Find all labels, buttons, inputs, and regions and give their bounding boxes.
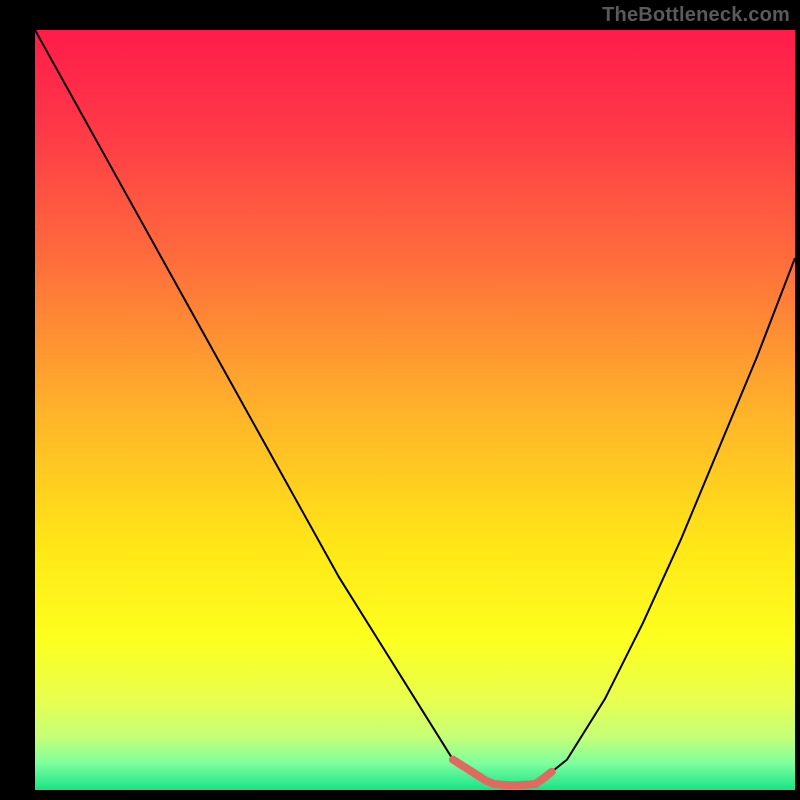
chart-frame: TheBottleneck.com	[0, 0, 800, 800]
gradient-background	[35, 30, 795, 790]
watermark-text: TheBottleneck.com	[602, 4, 790, 27]
plot-area	[35, 30, 795, 790]
bottleneck-chart	[35, 30, 795, 790]
